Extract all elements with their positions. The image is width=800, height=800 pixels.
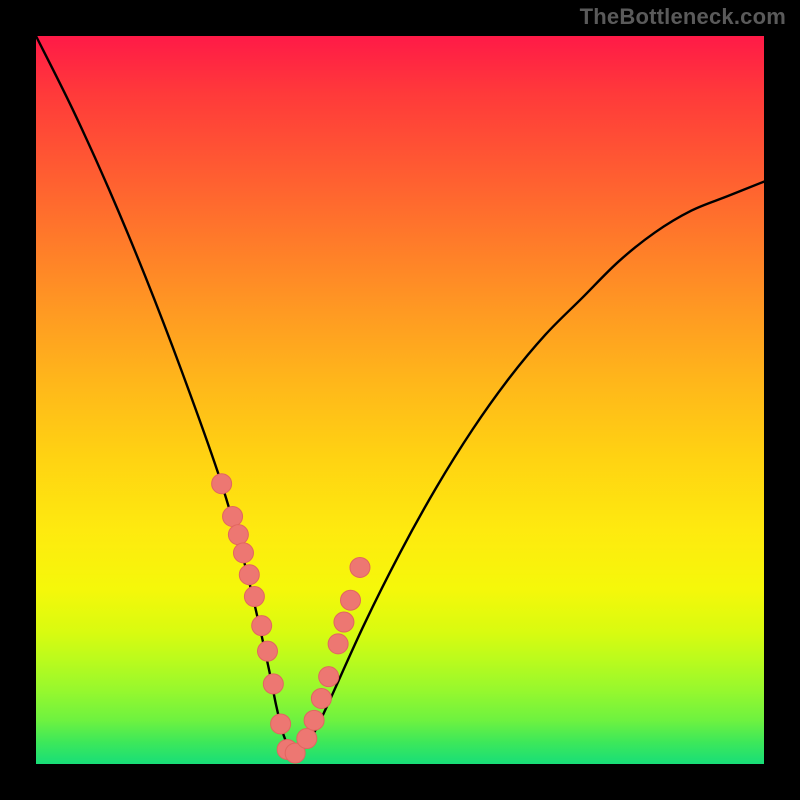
marker-point [228, 525, 248, 545]
marker-point [334, 612, 354, 632]
marker-point [319, 667, 339, 687]
marker-point [328, 634, 348, 654]
chart-overlay [36, 36, 764, 764]
bottleneck-curve [36, 36, 764, 751]
marker-point [223, 506, 243, 526]
marker-point [252, 616, 272, 636]
marker-point [341, 590, 361, 610]
marker-point [271, 714, 291, 734]
marker-point [350, 557, 370, 577]
marker-point [311, 688, 331, 708]
marker-point [239, 565, 259, 585]
marker-point [304, 710, 324, 730]
marker-point [212, 474, 232, 494]
marker-point [263, 674, 283, 694]
watermark-text: TheBottleneck.com [580, 4, 786, 30]
marker-point [297, 729, 317, 749]
marker-point [258, 641, 278, 661]
marker-point [244, 587, 264, 607]
highlighted-points [212, 474, 370, 763]
marker-point [233, 543, 253, 563]
chart-frame: TheBottleneck.com [0, 0, 800, 800]
